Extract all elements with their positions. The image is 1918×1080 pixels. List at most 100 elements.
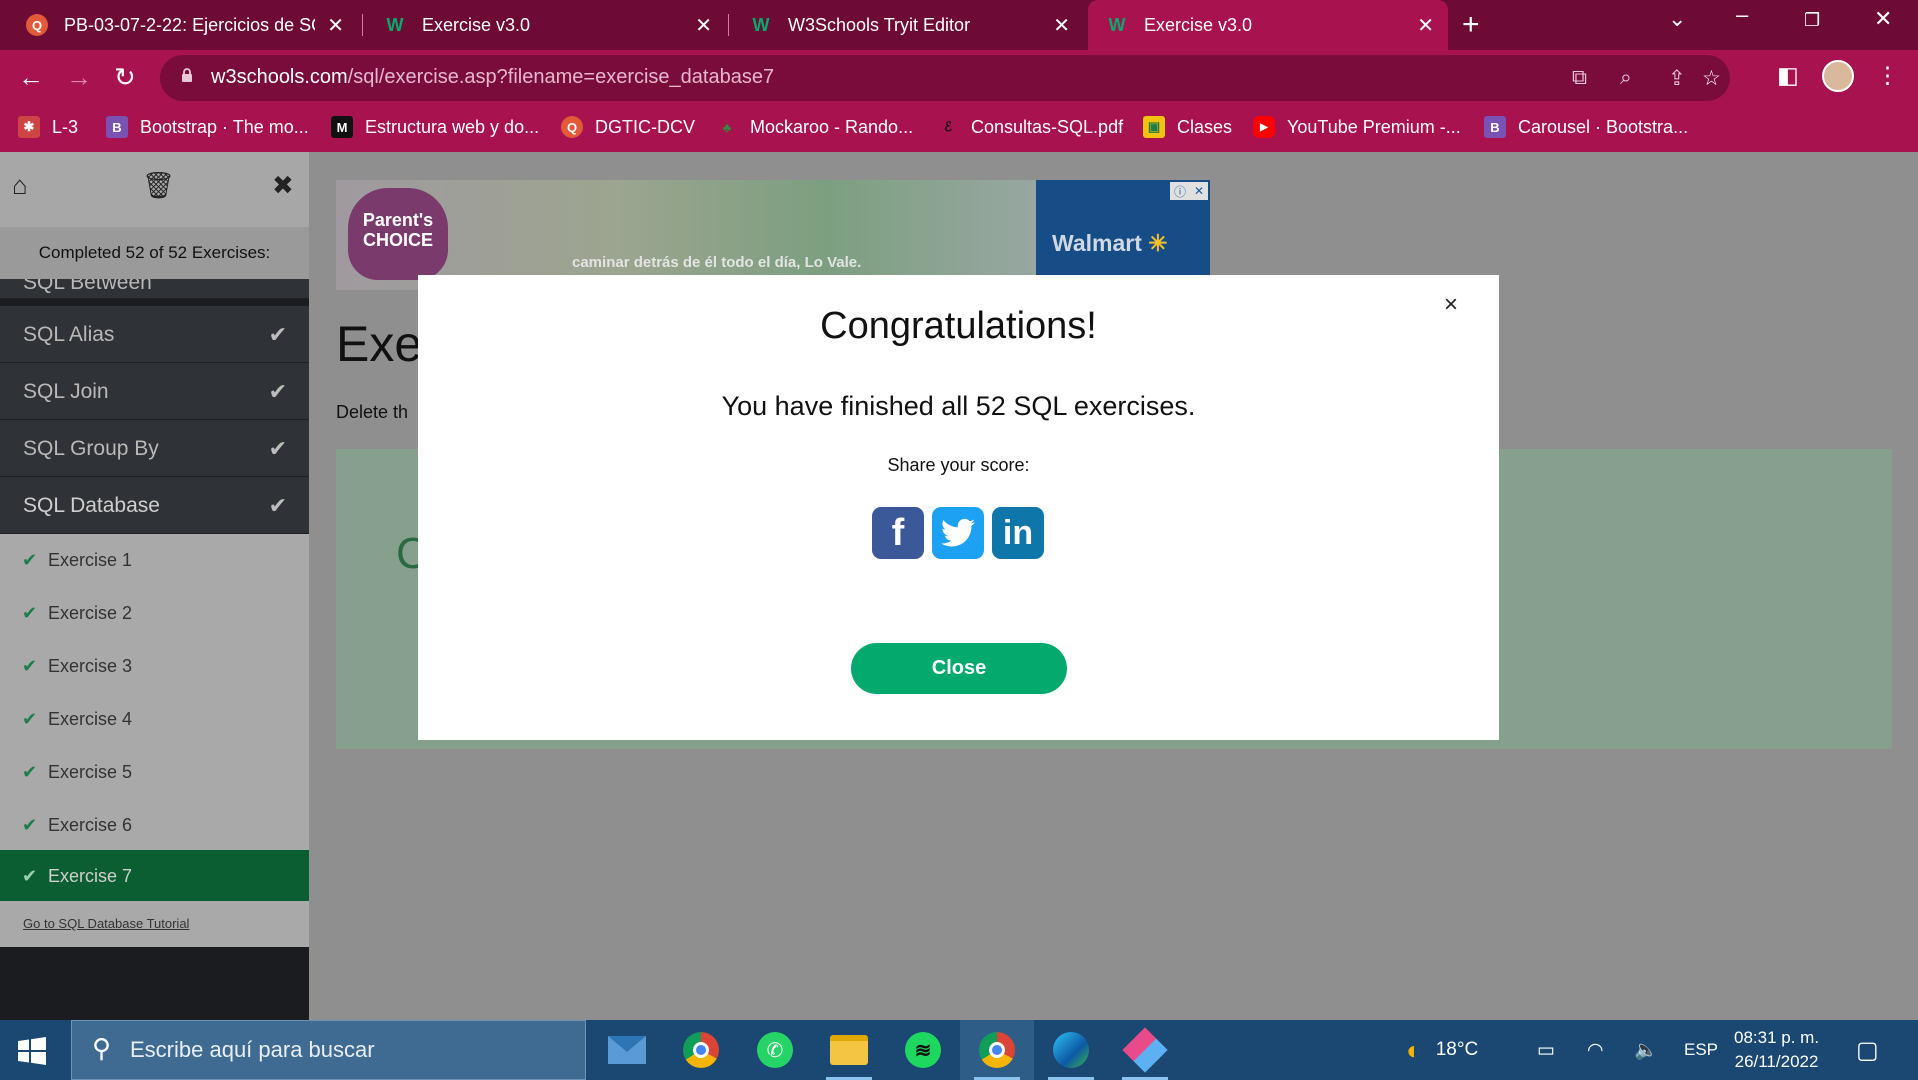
whatsapp-icon: ✆ [757,1032,793,1068]
bookmark-youtube[interactable]: ▶ YouTube Premium -... [1253,116,1461,138]
exercise-label: Exercise 5 [48,762,133,782]
folder-icon [830,1035,868,1065]
zoom-icon[interactable]: ⌕ [1620,66,1632,90]
bookmark-bootstrap[interactable]: B Bootstrap · The mo... [106,116,309,138]
bookmark-label: Bootstrap · The mo... [140,116,309,137]
bookmark-dgtic[interactable]: Q DGTIC-DCV [561,116,695,138]
taskbar-spotify[interactable]: ≋ [886,1020,960,1080]
bookmark-star-icon[interactable]: ☆ [1702,66,1721,91]
youtube-icon: ▶ [1253,116,1275,138]
edge-icon [1053,1032,1089,1068]
sidebar-category-sql-between[interactable]: SQL Between ✔ [0,279,309,299]
minimize-icon[interactable]: – [1736,2,1748,28]
close-tab-icon[interactable]: ✕ [327,13,344,38]
sidebar-exercise-7[interactable]: ✔ Exercise 7 [0,850,309,903]
sidebar-exercise-2[interactable]: ✔ Exercise 2 [0,587,309,640]
sidebar-category-sql-join[interactable]: SQL Join ✔ [0,363,309,420]
taskbar-chrome[interactable] [664,1020,738,1080]
side-panel-icon[interactable]: ◧ [1777,62,1799,89]
translate-icon[interactable]: ⧉ [1572,66,1587,90]
w3schools-favicon: W [752,14,770,35]
w3schools-favicon: W [1108,14,1126,35]
check-icon: ✔ [268,493,287,518]
bookmark-clases[interactable]: ▣ Clases [1143,116,1232,138]
restore-icon[interactable]: ❐ [1804,10,1820,31]
modal-title: Congratulations! [820,305,1097,347]
weather-widget[interactable]: ◐ 18°C [1406,1020,1478,1080]
l3-icon: ✱ [18,116,40,138]
battery-icon[interactable]: ▭ [1537,1020,1555,1080]
url-path: /sql/exercise.asp?filename=exercise_data… [347,66,775,88]
sidebar-exercise-6[interactable]: ✔ Exercise 6 [0,799,309,852]
share-icon[interactable]: ⇪ [1668,66,1686,91]
address-bar[interactable]: w3schools.com/sql/exercise.asp?filename=… [160,55,1730,101]
ad-close-icon[interactable]: ✕ [1194,184,1204,198]
parents-choice-logo: Parent's CHOICE [348,188,448,280]
tab-tryit-editor[interactable]: W W3Schools Tryit Editor ✕ [732,0,1084,50]
sidebar-category-sql-alias[interactable]: SQL Alias ✔ [0,306,309,363]
windows-start-icon[interactable] [18,1037,46,1065]
ad-controls[interactable]: ⓘ ✕ [1170,182,1208,200]
close-icon[interactable]: ✖ [272,170,294,201]
advertisement-banner[interactable]: Parent's CHOICE caminar detrás de él tod… [336,180,1210,290]
sidebar-exercise-1[interactable]: ✔ Exercise 1 [0,534,309,587]
taskbar-chrome-profile[interactable] [960,1020,1034,1080]
ad-info-icon[interactable]: ⓘ [1174,183,1186,200]
chrome-icon [979,1032,1015,1068]
tab-title: PB-03-07-2-22: Ejercicios de SQL [64,14,316,35]
bookmark-mockaroo[interactable]: ♣ Mockaroo - Rando... [716,116,913,138]
exercise-label: Exercise 2 [48,603,133,623]
wifi-icon[interactable]: ◠ [1587,1020,1604,1080]
language-indicator[interactable]: ESP [1684,1020,1718,1080]
system-clock[interactable]: 08:31 p. m. 26/11/2022 [1734,1026,1819,1074]
twitter-share-button[interactable] [932,507,984,559]
bookmark-consultas-sql[interactable]: ℰ Consultas-SQL.pdf [937,116,1123,138]
search-icon: ⚲ [92,1033,112,1063]
tab-search-icon[interactable]: ⌄ [1668,6,1686,32]
facebook-share-button[interactable]: f [872,507,924,559]
taskbar-mail[interactable] [590,1020,664,1080]
sidebar-category-sql-database[interactable]: SQL Database ✔ [0,477,309,534]
home-icon[interactable]: ⌂ [12,170,28,201]
tab-exercise-active[interactable]: W Exercise v3.0 ✕ [1088,0,1448,50]
tab-separator [362,14,363,36]
close-window-icon[interactable]: ✕ [1874,6,1892,32]
forward-icon[interactable]: → [66,62,92,93]
bootstrap-icon: B [1484,116,1506,138]
sidebar-exercise-4[interactable]: ✔ Exercise 4 [0,693,309,746]
close-tab-icon[interactable]: ✕ [1053,13,1070,38]
reload-icon[interactable]: ↻ [114,62,136,93]
bookmark-l3[interactable]: ✱ L-3 [18,116,78,138]
menu-icon[interactable]: ⋮ [1876,62,1899,89]
tab-pb-ejercicios[interactable]: Q PB-03-07-2-22: Ejercicios de SQL ✕ [8,0,358,50]
volume-icon[interactable]: 🔈 [1634,1020,1658,1080]
tab-exercise-1[interactable]: W Exercise v3.0 ✕ [366,0,726,50]
check-icon: ✔ [22,709,38,729]
taskbar-edge[interactable] [1034,1020,1108,1080]
bookmark-estructura[interactable]: M Estructura web y do... [331,116,539,138]
weather-icon: ◐ [1406,1034,1422,1065]
linkedin-share-button[interactable]: in [992,507,1044,559]
back-icon[interactable]: ← [18,62,44,93]
bookmark-carousel[interactable]: B Carousel · Bootstra... [1484,116,1688,138]
taskbar-whatsapp[interactable]: ✆ [738,1020,812,1080]
sidebar-category-sql-group-by[interactable]: SQL Group By ✔ [0,420,309,477]
modal-message: You have finished all 52 SQL exercises. [721,391,1196,421]
taskbar-file-explorer[interactable] [812,1020,886,1080]
taskbar-search[interactable]: ⚲ Escribe aquí para buscar [71,1020,586,1080]
close-tab-icon[interactable]: ✕ [695,13,712,38]
tutorial-link[interactable]: Go to SQL Database Tutorial [0,901,309,947]
trash-icon[interactable]: 🗑 [142,170,175,201]
taskbar-snipping-tool[interactable] [1108,1020,1182,1080]
classroom-icon: ▣ [1143,116,1165,138]
bookmark-label: Clases [1177,116,1233,137]
sidebar-exercise-5[interactable]: ✔ Exercise 5 [0,746,309,799]
notifications-icon[interactable]: ▢ [1856,1020,1879,1080]
exercise-instructions: Delete th [336,402,409,422]
sidebar-exercise-3[interactable]: ✔ Exercise 3 [0,640,309,693]
category-label: SQL Join [23,380,109,403]
close-tab-icon[interactable]: ✕ [1417,13,1434,38]
profile-avatar[interactable] [1822,60,1854,92]
close-button[interactable]: Close [851,643,1067,694]
new-tab-button[interactable]: + [1462,8,1480,42]
